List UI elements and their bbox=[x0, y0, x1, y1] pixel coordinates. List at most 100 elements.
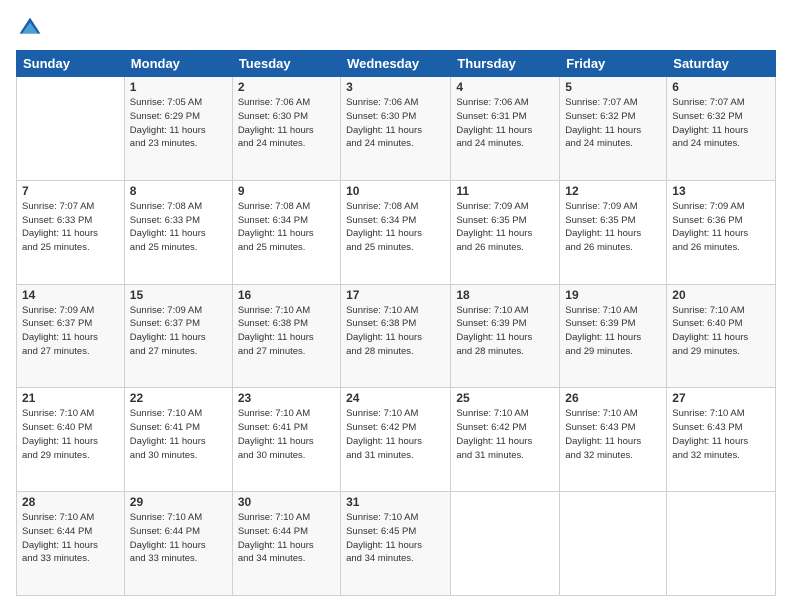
page: SundayMondayTuesdayWednesdayThursdayFrid… bbox=[0, 0, 792, 612]
day-info: Sunrise: 7:10 AM Sunset: 6:44 PM Dayligh… bbox=[130, 511, 227, 566]
logo bbox=[16, 16, 42, 40]
day-info: Sunrise: 7:06 AM Sunset: 6:30 PM Dayligh… bbox=[238, 96, 335, 151]
day-number: 17 bbox=[346, 288, 445, 302]
day-info: Sunrise: 7:08 AM Sunset: 6:34 PM Dayligh… bbox=[238, 200, 335, 255]
day-info: Sunrise: 7:09 AM Sunset: 6:37 PM Dayligh… bbox=[130, 304, 227, 359]
header-cell-sunday: Sunday bbox=[17, 51, 125, 77]
day-info: Sunrise: 7:10 AM Sunset: 6:43 PM Dayligh… bbox=[565, 407, 661, 462]
day-cell: 6Sunrise: 7:07 AM Sunset: 6:32 PM Daylig… bbox=[667, 77, 776, 181]
day-cell bbox=[451, 492, 560, 596]
day-number: 19 bbox=[565, 288, 661, 302]
header-cell-thursday: Thursday bbox=[451, 51, 560, 77]
day-number: 21 bbox=[22, 391, 119, 405]
day-cell: 22 Sunrise: 7:10 AM Sunset: 6:41 PM Dayli… bbox=[124, 388, 232, 492]
day-number: 15 bbox=[130, 288, 227, 302]
day-info: Sunrise: 7:10 AM Sunset: 6:38 PM Dayligh… bbox=[346, 304, 445, 359]
day-number: 5 bbox=[565, 80, 661, 94]
header-cell-saturday: Saturday bbox=[667, 51, 776, 77]
day-info: Sunrise: 7:10 AM Sunset: 6:39 PM Dayligh… bbox=[565, 304, 661, 359]
day-number: 22 bbox=[130, 391, 227, 405]
day-info: Sunrise: 7:10 AM Sunset: 6:42 PM Dayligh… bbox=[456, 407, 554, 462]
calendar-table: SundayMondayTuesdayWednesdayThursdayFrid… bbox=[16, 50, 776, 596]
day-number: 1 bbox=[130, 80, 227, 94]
day-cell: 25 Sunrise: 7:10 AM Sunset: 6:42 PM Dayli… bbox=[451, 388, 560, 492]
day-cell: 3Sunrise: 7:06 AM Sunset: 6:30 PM Daylig… bbox=[341, 77, 451, 181]
day-cell: 2 Sunrise: 7:06 AM Sunset: 6:30 PM Daylig… bbox=[232, 77, 340, 181]
day-cell: 1 Sunrise: 7:05 AM Sunset: 6:29 PM Daylig… bbox=[124, 77, 232, 181]
day-info: Sunrise: 7:10 AM Sunset: 6:44 PM Dayligh… bbox=[238, 511, 335, 566]
header bbox=[16, 16, 776, 40]
day-number: 31 bbox=[346, 495, 445, 509]
day-info: Sunrise: 7:10 AM Sunset: 6:40 PM Dayligh… bbox=[672, 304, 770, 359]
day-number: 8 bbox=[130, 184, 227, 198]
day-number: 26 bbox=[565, 391, 661, 405]
week-row-4: 21 Sunrise: 7:10 AM Sunset: 6:40 PM Dayli… bbox=[17, 388, 776, 492]
day-cell: 4 Sunrise: 7:06 AM Sunset: 6:31 PM Daylig… bbox=[451, 77, 560, 181]
day-number: 16 bbox=[238, 288, 335, 302]
day-number: 23 bbox=[238, 391, 335, 405]
day-cell: 24 Sunrise: 7:10 AM Sunset: 6:42 PM Dayli… bbox=[341, 388, 451, 492]
week-row-1: 1 Sunrise: 7:05 AM Sunset: 6:29 PM Daylig… bbox=[17, 77, 776, 181]
day-number: 28 bbox=[22, 495, 119, 509]
day-number: 7 bbox=[22, 184, 119, 198]
week-row-3: 14 Sunrise: 7:09 AM Sunset: 6:37 PM Dayli… bbox=[17, 284, 776, 388]
day-cell: 11 Sunrise: 7:09 AM Sunset: 6:35 PM Dayli… bbox=[451, 180, 560, 284]
day-cell: 13Sunrise: 7:09 AM Sunset: 6:36 PM Dayli… bbox=[667, 180, 776, 284]
day-info: Sunrise: 7:10 AM Sunset: 6:38 PM Dayligh… bbox=[238, 304, 335, 359]
day-cell: 26 Sunrise: 7:10 AM Sunset: 6:43 PM Dayli… bbox=[560, 388, 667, 492]
day-number: 24 bbox=[346, 391, 445, 405]
day-number: 10 bbox=[346, 184, 445, 198]
day-number: 29 bbox=[130, 495, 227, 509]
day-info: Sunrise: 7:06 AM Sunset: 6:31 PM Dayligh… bbox=[456, 96, 554, 151]
day-cell: 29 Sunrise: 7:10 AM Sunset: 6:44 PM Dayli… bbox=[124, 492, 232, 596]
day-number: 2 bbox=[238, 80, 335, 94]
day-cell: 30 Sunrise: 7:10 AM Sunset: 6:44 PM Dayli… bbox=[232, 492, 340, 596]
day-cell: 14Sunrise: 7:09 AM Sunset: 6:37 PM Dayli… bbox=[17, 284, 125, 388]
day-cell: 16 Sunrise: 7:10 AM Sunset: 6:38 PM Dayli… bbox=[232, 284, 340, 388]
day-number: 4 bbox=[456, 80, 554, 94]
day-info: Sunrise: 7:09 AM Sunset: 6:35 PM Dayligh… bbox=[565, 200, 661, 255]
day-info: Sunrise: 7:09 AM Sunset: 6:36 PM Dayligh… bbox=[672, 200, 770, 255]
day-info: Sunrise: 7:05 AM Sunset: 6:29 PM Dayligh… bbox=[130, 96, 227, 151]
day-info: Sunrise: 7:10 AM Sunset: 6:40 PM Dayligh… bbox=[22, 407, 119, 462]
day-cell: 8Sunrise: 7:08 AM Sunset: 6:33 PM Daylig… bbox=[124, 180, 232, 284]
day-cell: 21 Sunrise: 7:10 AM Sunset: 6:40 PM Dayli… bbox=[17, 388, 125, 492]
day-info: Sunrise: 7:07 AM Sunset: 6:33 PM Dayligh… bbox=[22, 200, 119, 255]
header-row: SundayMondayTuesdayWednesdayThursdayFrid… bbox=[17, 51, 776, 77]
day-info: Sunrise: 7:08 AM Sunset: 6:34 PM Dayligh… bbox=[346, 200, 445, 255]
day-info: Sunrise: 7:10 AM Sunset: 6:39 PM Dayligh… bbox=[456, 304, 554, 359]
day-number: 12 bbox=[565, 184, 661, 198]
header-cell-tuesday: Tuesday bbox=[232, 51, 340, 77]
week-row-5: 28 Sunrise: 7:10 AM Sunset: 6:44 PM Dayli… bbox=[17, 492, 776, 596]
day-number: 27 bbox=[672, 391, 770, 405]
day-cell: 7 Sunrise: 7:07 AM Sunset: 6:33 PM Daylig… bbox=[17, 180, 125, 284]
day-number: 30 bbox=[238, 495, 335, 509]
day-number: 11 bbox=[456, 184, 554, 198]
day-cell: 12 Sunrise: 7:09 AM Sunset: 6:35 PM Dayli… bbox=[560, 180, 667, 284]
day-info: Sunrise: 7:09 AM Sunset: 6:35 PM Dayligh… bbox=[456, 200, 554, 255]
day-cell bbox=[560, 492, 667, 596]
day-number: 3 bbox=[346, 80, 445, 94]
day-cell: 20Sunrise: 7:10 AM Sunset: 6:40 PM Dayli… bbox=[667, 284, 776, 388]
header-cell-wednesday: Wednesday bbox=[341, 51, 451, 77]
day-info: Sunrise: 7:10 AM Sunset: 6:42 PM Dayligh… bbox=[346, 407, 445, 462]
day-number: 25 bbox=[456, 391, 554, 405]
day-info: Sunrise: 7:07 AM Sunset: 6:32 PM Dayligh… bbox=[672, 96, 770, 151]
day-cell: 27Sunrise: 7:10 AM Sunset: 6:43 PM Dayli… bbox=[667, 388, 776, 492]
day-cell: 28 Sunrise: 7:10 AM Sunset: 6:44 PM Dayli… bbox=[17, 492, 125, 596]
day-number: 14 bbox=[22, 288, 119, 302]
day-cell: 19 Sunrise: 7:10 AM Sunset: 6:39 PM Dayli… bbox=[560, 284, 667, 388]
day-cell bbox=[17, 77, 125, 181]
day-cell: 23 Sunrise: 7:10 AM Sunset: 6:41 PM Dayli… bbox=[232, 388, 340, 492]
logo-icon bbox=[18, 16, 42, 40]
day-info: Sunrise: 7:10 AM Sunset: 6:41 PM Dayligh… bbox=[238, 407, 335, 462]
day-info: Sunrise: 7:10 AM Sunset: 6:45 PM Dayligh… bbox=[346, 511, 445, 566]
day-cell: 15 Sunrise: 7:09 AM Sunset: 6:37 PM Dayli… bbox=[124, 284, 232, 388]
day-info: Sunrise: 7:10 AM Sunset: 6:41 PM Dayligh… bbox=[130, 407, 227, 462]
header-cell-friday: Friday bbox=[560, 51, 667, 77]
header-cell-monday: Monday bbox=[124, 51, 232, 77]
week-row-2: 7 Sunrise: 7:07 AM Sunset: 6:33 PM Daylig… bbox=[17, 180, 776, 284]
day-cell: 9Sunrise: 7:08 AM Sunset: 6:34 PM Daylig… bbox=[232, 180, 340, 284]
day-info: Sunrise: 7:10 AM Sunset: 6:44 PM Dayligh… bbox=[22, 511, 119, 566]
day-cell: 31 Sunrise: 7:10 AM Sunset: 6:45 PM Dayli… bbox=[341, 492, 451, 596]
